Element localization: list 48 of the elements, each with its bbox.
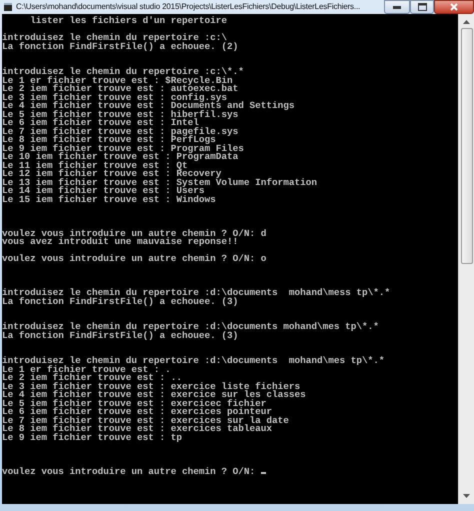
console-line: La fonction FindFirstFile() a echouee. (2)	[2, 42, 238, 51]
console-line: Le 15 iem fichier trouve est : Windows	[2, 196, 216, 204]
console-line: Le 8 iem fichier trouve est : PerfLogs	[2, 136, 216, 144]
console-line: Le 9 iem fichier trouve est : tp	[2, 434, 182, 442]
console-line: introduisez le chemin du repertoire :c:\	[2, 34, 228, 42]
console-line: introduisez le chemin du repertoire :c:\*.*	[2, 68, 244, 76]
console-line: Le 3 iem fichier trouve est : exercice liste fichiers	[2, 382, 300, 391]
console-line: lister les fichiers d'un repertoire	[29, 17, 228, 26]
console-line: Le 14 iem fichier trouve est : Users	[2, 187, 205, 196]
console-line: voulez vous introduire un autre chemin ? O/N: d	[2, 230, 266, 238]
console-line: Le 3 iem fichier trouve est : config.sys	[2, 94, 228, 102]
maximize-button[interactable]	[410, 0, 434, 14]
console-line: Le 10 iem fichier trouve est : ProgramData	[2, 153, 238, 162]
console-line: Le 2 iem fichier trouve est : ..	[2, 374, 182, 382]
scroll-down-icon[interactable]	[463, 494, 470, 498]
console-prompt: voulez vous introduire un autre chemin ? O/N:	[2, 466, 256, 476]
console-line: Le 6 iem fichier trouve est : Intel	[2, 119, 199, 128]
scroll-up-icon[interactable]	[463, 20, 470, 24]
console-line: Le 1 er fichier trouve est : $Recycle.Bin	[2, 76, 233, 85]
minimize-button[interactable]	[384, 0, 410, 14]
console-line: Le 2 iem fichier trouve est : autoexec.bat	[2, 85, 238, 94]
console-icon	[4, 3, 12, 11]
console-line: introduisez le chemin du repertoire :d:\documents mohand\mes tp\*.*	[2, 323, 379, 332]
console-line: Le 8 iem fichier trouve est : exercices tableaux	[2, 425, 272, 434]
minimize-icon	[393, 6, 401, 8]
console-line: Le 7 iem fichier trouve est : pagefile.sys	[2, 128, 238, 136]
maximize-icon	[418, 3, 426, 11]
console-line: Le 4 iem fichier trouve est : exercice sur les classes	[2, 391, 306, 400]
console-line: introduisez le chemin du repertoire :d:\documents mohand\mes tp\*.*	[2, 357, 385, 366]
console-line: Le 6 iem fichier trouve est : exercices pointeur	[2, 408, 272, 416]
console-line: La fonction FindFirstFile() a echouee. (3)	[2, 298, 238, 306]
close-icon	[450, 3, 458, 11]
console-line: Le 11 iem fichier trouve est : Qt	[2, 162, 188, 170]
console-line: vous avez introduit une mauvaise reponse!!	[2, 238, 238, 246]
console-line: Le 9 iem fichier trouve est : Program Files	[2, 144, 244, 153]
console-line: voulez vous introduire un autre chemin ? O/N: o	[2, 255, 266, 264]
console-line: Le 1 er fichier trouve est : .	[2, 366, 171, 374]
scrollbar-thumb[interactable]	[460, 28, 472, 264]
close-button[interactable]	[434, 0, 474, 14]
console-line: La fonction FindFirstFile() a echouee. (3)	[2, 332, 238, 340]
window-title: C:\Users\mohand\documents\visual studio 2015\Projects\ListerLesFichiers\Debug\ListerLesFichiers...	[16, 1, 362, 13]
console-line: Le 7 iem fichier trouve est : exercices sur la date	[2, 416, 289, 425]
console-line: Le 4 iem fichier trouve est : Documents and Settings	[2, 102, 295, 110]
console-line: Le 13 iem fichier trouve est : System Volume Information	[2, 178, 318, 187]
console-line: Le 12 iem fichier trouve est : Recovery	[2, 170, 222, 178]
console-line: introduisez le chemin du repertoire :d:\documents mohand\mess tp\*.*	[2, 289, 390, 298]
console-line: Le 5 iem fichier trouve est : hiberfil.sys	[2, 110, 238, 119]
console-line: Le 5 iem fichier trouve est : exercicec fichier	[2, 400, 266, 408]
